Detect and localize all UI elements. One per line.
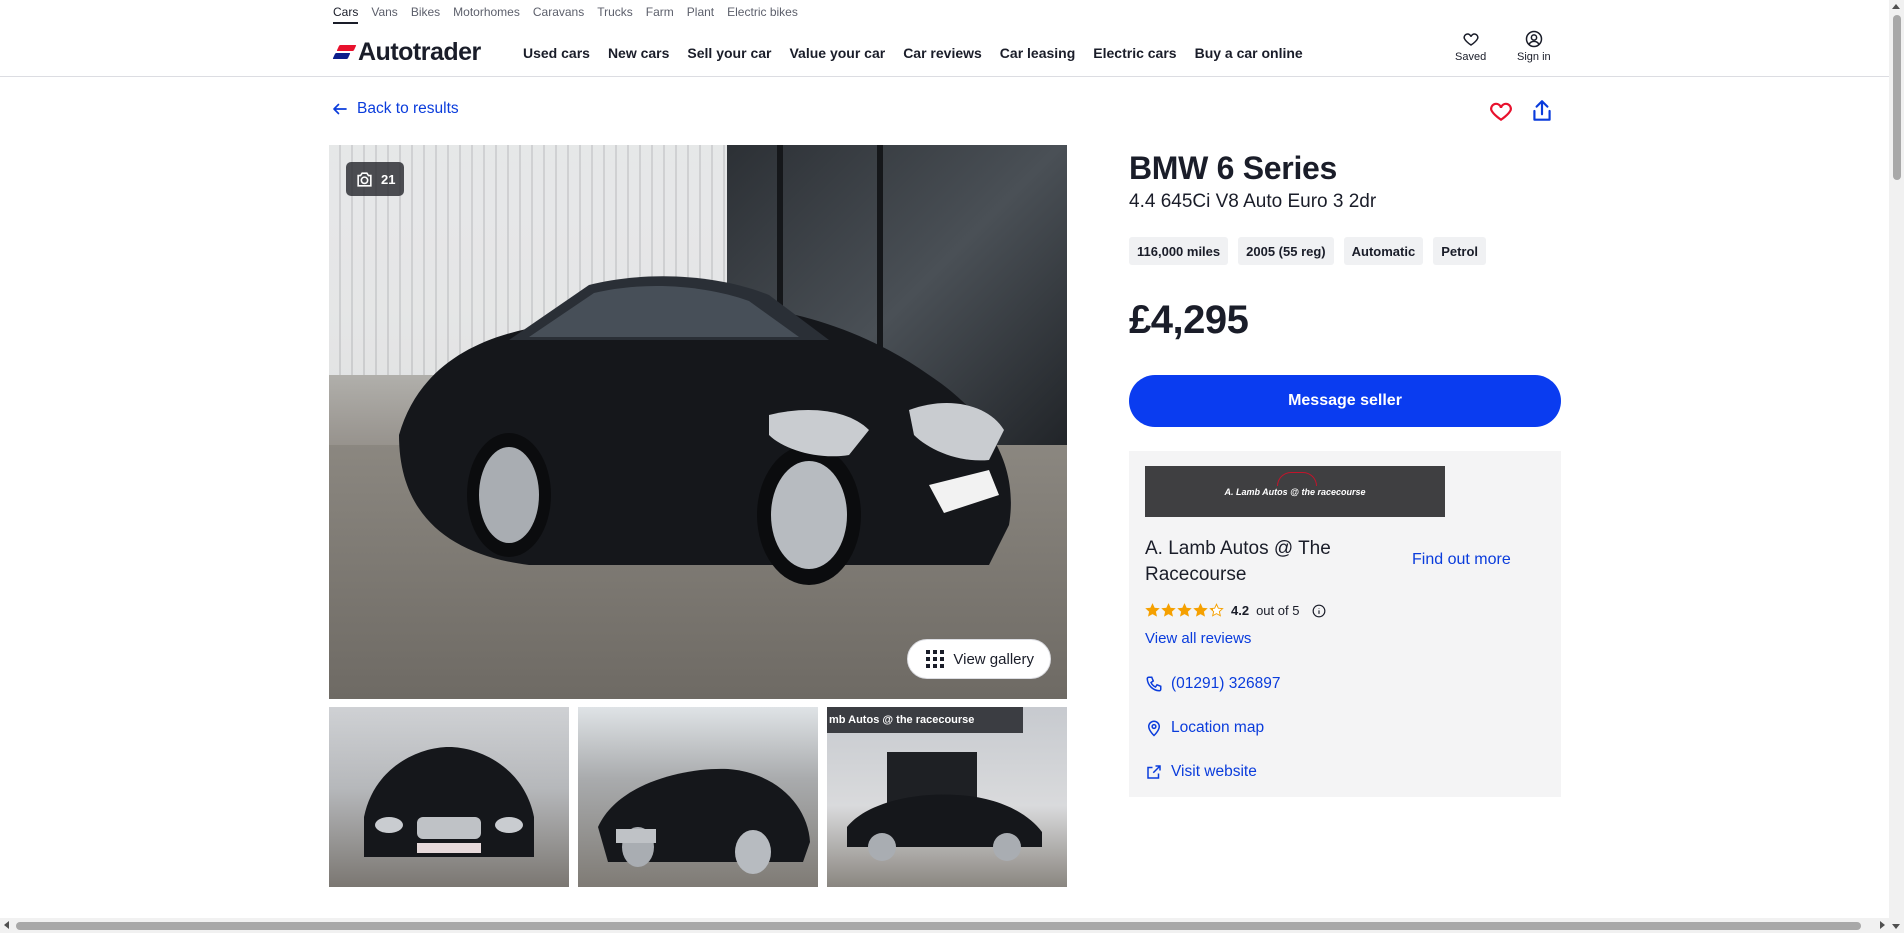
find-out-more-link[interactable]: Find out more: [1412, 551, 1511, 569]
dealer-logo-text: A. Lamb Autos @ the racecourse: [1224, 486, 1366, 497]
dealer-phone-link[interactable]: (01291) 326897: [1145, 675, 1280, 693]
star-icon: [1209, 603, 1224, 617]
vehicle-type-farm[interactable]: Farm: [646, 4, 674, 24]
save-listing-button[interactable]: [1488, 98, 1514, 124]
back-label: Back to results: [357, 100, 459, 117]
share-icon: [1533, 100, 1551, 121]
nav-car-reviews[interactable]: Car reviews: [903, 45, 982, 61]
phone-icon: [1146, 676, 1162, 692]
user-icon: [1525, 30, 1543, 48]
horizontal-scrollbar[interactable]: [0, 918, 1889, 933]
saved-label: Saved: [1455, 51, 1487, 63]
nav-new-cars[interactable]: New cars: [608, 45, 669, 61]
vertical-scrollbar[interactable]: [1889, 0, 1904, 933]
main-car-photo[interactable]: 21 View gallery: [329, 145, 1067, 699]
rating-value: 4.2: [1231, 603, 1250, 618]
view-gallery-label: View gallery: [953, 650, 1034, 668]
vehicle-type-motorhomes[interactable]: Motorhomes: [453, 4, 520, 24]
nav-buy-a-car-online[interactable]: Buy a car online: [1195, 45, 1303, 61]
autotrader-logo-mark: [332, 44, 357, 62]
site-header: Autotrader Used cars New cars Sell your …: [0, 24, 1890, 77]
scroll-left-arrow[interactable]: [4, 921, 9, 929]
saved-button[interactable]: Saved: [1455, 30, 1486, 63]
thumbnail-car-front: [364, 747, 534, 857]
main-nav: Used cars New cars Sell your car Value y…: [523, 45, 1303, 61]
star-rating: [1145, 603, 1224, 618]
spec-fuel: Petrol: [1433, 237, 1487, 265]
external-link-icon: [1147, 765, 1161, 779]
logo-text: Autotrader: [358, 38, 481, 66]
spec-transmission: Automatic: [1343, 237, 1424, 265]
star-icon: [1193, 603, 1208, 617]
dealer-card: A. Lamb Autos @ the racecourse A. Lamb A…: [1129, 451, 1561, 797]
dealer-rating: 4.2 out of 5: [1145, 603, 1326, 618]
dealer-name: A. Lamb Autos @ The Racecourse: [1145, 538, 1331, 585]
dealer-logo-swoosh: [1277, 472, 1317, 486]
gallery-thumbnail-1[interactable]: [329, 707, 569, 887]
nav-value-your-car[interactable]: Value your car: [789, 45, 885, 61]
visit-website-label: Visit website: [1171, 763, 1257, 780]
listing-price: £4,295: [1129, 298, 1249, 342]
nav-used-cars[interactable]: Used cars: [523, 45, 590, 61]
view-gallery-button[interactable]: View gallery: [907, 639, 1051, 679]
scroll-up-arrow[interactable]: [1892, 4, 1900, 9]
location-map-link[interactable]: Location map: [1145, 719, 1264, 737]
thumbnail-car-three-quarter: [598, 768, 810, 874]
vehicle-type-plant[interactable]: Plant: [687, 4, 714, 24]
message-seller-button[interactable]: Message seller: [1129, 375, 1561, 427]
visit-website-link[interactable]: Visit website: [1145, 763, 1257, 781]
nav-car-leasing[interactable]: Car leasing: [1000, 45, 1075, 61]
star-icon: [1161, 603, 1176, 617]
heart-icon: [1463, 33, 1479, 46]
vehicle-type-nav: Cars Vans Bikes Motorhomes Caravans Truc…: [333, 4, 798, 24]
listing-title: BMW 6 Series: [1129, 150, 1338, 186]
sign-in-label: Sign in: [1517, 51, 1551, 63]
vehicle-type-caravans[interactable]: Caravans: [533, 4, 584, 24]
location-pin-icon: [1147, 720, 1161, 737]
heart-outline-icon: [1490, 102, 1512, 121]
car-illustration: [399, 276, 1011, 585]
autotrader-logo[interactable]: Autotrader: [332, 38, 481, 67]
view-all-reviews-link[interactable]: View all reviews: [1145, 630, 1251, 647]
vehicle-type-vans[interactable]: Vans: [371, 4, 397, 24]
info-icon[interactable]: [1312, 604, 1326, 618]
vertical-scroll-thumb[interactable]: [1893, 15, 1901, 180]
camera-icon: [357, 171, 372, 187]
gallery-thumbnail-2[interactable]: [578, 707, 818, 887]
share-button[interactable]: [1529, 98, 1555, 124]
vehicle-type-bikes[interactable]: Bikes: [411, 4, 440, 24]
gallery-thumbnail-3[interactable]: mb Autos @ the racecourse: [827, 707, 1067, 887]
vehicle-type-electric-bikes[interactable]: Electric bikes: [727, 4, 798, 24]
arrow-left-icon: [333, 103, 347, 115]
scroll-right-arrow[interactable]: [1880, 921, 1885, 929]
horizontal-scroll-thumb[interactable]: [16, 922, 1861, 930]
key-specs: 116,000 miles 2005 (55 reg) Automatic Pe…: [1129, 237, 1487, 265]
grid-icon: [926, 650, 945, 668]
listing-subtitle: 4.4 645Ci V8 Auto Euro 3 2dr: [1129, 191, 1377, 212]
sign-in-button[interactable]: Sign in: [1517, 30, 1551, 63]
dealer-logo: A. Lamb Autos @ the racecourse: [1145, 466, 1445, 517]
scroll-down-arrow[interactable]: [1892, 924, 1900, 929]
dealer-phone: (01291) 326897: [1171, 675, 1281, 692]
back-to-results-link[interactable]: Back to results: [331, 100, 459, 118]
nav-sell-your-car[interactable]: Sell your car: [687, 45, 771, 61]
photo-count: 21: [381, 171, 396, 187]
location-map-label: Location map: [1171, 719, 1265, 736]
vehicle-type-cars[interactable]: Cars: [333, 4, 359, 24]
thumbnail-car-side: [847, 752, 1042, 861]
star-icon: [1177, 603, 1192, 617]
nav-electric-cars[interactable]: Electric cars: [1093, 45, 1176, 61]
spec-mileage: 116,000 miles: [1129, 237, 1229, 265]
spec-year: 2005 (55 reg): [1238, 237, 1334, 265]
photo-count-badge: 21: [346, 162, 405, 196]
rating-suffix: out of 5: [1256, 603, 1300, 618]
vehicle-type-trucks[interactable]: Trucks: [597, 4, 633, 24]
star-icon: [1145, 603, 1160, 617]
